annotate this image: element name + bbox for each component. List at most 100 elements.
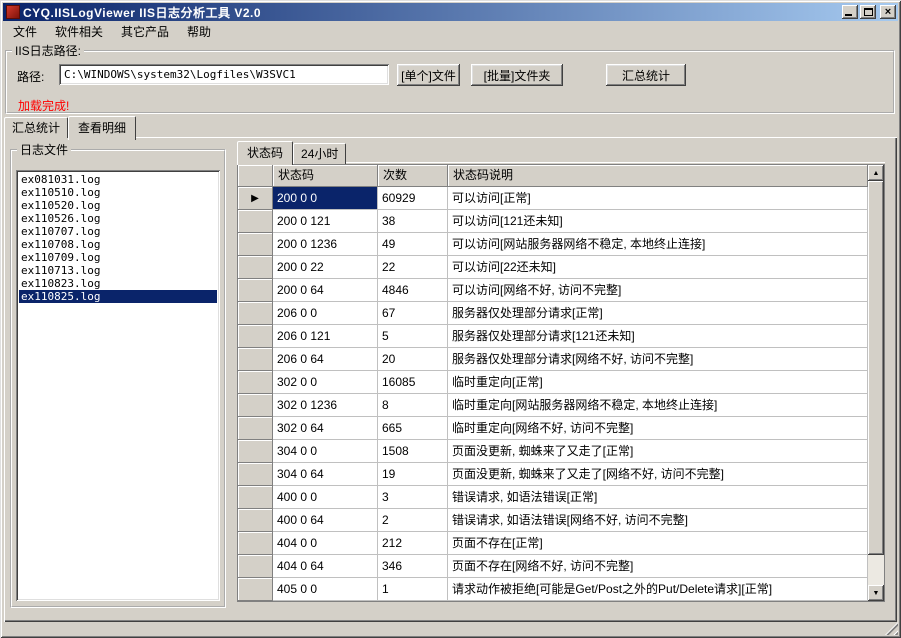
grid-cell-count[interactable]: 60929 <box>378 187 448 210</box>
grid-cell-desc[interactable]: 可以访问[网络不好, 访问不完整] <box>448 279 868 302</box>
menu-item-1[interactable]: 文件 <box>4 21 46 42</box>
grid-cell-code[interactable]: 302 0 64 <box>273 417 378 440</box>
grid-column-header-3[interactable]: 状态码说明 <box>448 165 868 187</box>
detail-tab-2[interactable]: 24小时 <box>293 143 347 164</box>
row-header-cell[interactable] <box>238 233 273 256</box>
row-header-cell[interactable] <box>238 578 273 601</box>
minimize-button[interactable] <box>842 5 858 19</box>
grid-cell-desc[interactable]: 可以访问[网站服务器网络不稳定, 本地终止连接] <box>448 233 868 256</box>
grid-row[interactable]: 400 0 64 2 错误请求, 如语法错误[网络不好, 访问不完整] <box>238 509 868 532</box>
log-file-item[interactable]: ex110708.log <box>19 238 217 251</box>
grid-cell-count[interactable]: 5 <box>378 325 448 348</box>
grid-cell-desc[interactable]: 服务器仅处理部分请求[121还未知] <box>448 325 868 348</box>
scroll-down-button[interactable]: ▼ <box>868 585 884 601</box>
grid-row[interactable]: ▶ 200 0 0 60929 可以访问[正常] <box>238 187 868 210</box>
grid-cell-code[interactable]: 200 0 64 <box>273 279 378 302</box>
grid-cell-code[interactable]: 206 0 121 <box>273 325 378 348</box>
grid-row[interactable]: 206 0 0 67 服务器仅处理部分请求[正常] <box>238 302 868 325</box>
row-header-cell[interactable] <box>238 348 273 371</box>
grid-cell-count[interactable]: 2 <box>378 509 448 532</box>
grid-cell-code[interactable]: 304 0 64 <box>273 463 378 486</box>
grid-cell-code[interactable]: 404 0 0 <box>273 532 378 555</box>
log-file-item[interactable]: ex110526.log <box>19 212 217 225</box>
summary-stats-button[interactable]: 汇总统计 <box>606 64 686 86</box>
grid-row[interactable]: 404 0 64 346 页面不存在[网络不好, 访问不完整] <box>238 555 868 578</box>
grid-row[interactable]: 304 0 0 1508 页面没更新, 蜘蛛来了又走了[正常] <box>238 440 868 463</box>
grid-cell-desc[interactable]: 请求动作被拒绝[可能是Get/Post之外的Put/Delete请求][正常] <box>448 578 868 601</box>
grid-column-header-1[interactable]: 状态码 <box>273 165 378 187</box>
detail-tab-1[interactable]: 状态码 <box>237 141 294 165</box>
grid-row[interactable]: 206 0 121 5 服务器仅处理部分请求[121还未知] <box>238 325 868 348</box>
grid-cell-code[interactable]: 206 0 64 <box>273 348 378 371</box>
scroll-up-button[interactable]: ▲ <box>868 165 884 181</box>
grid-cell-desc[interactable]: 可以访问[正常] <box>448 187 868 210</box>
log-file-item[interactable]: ex110713.log <box>19 264 217 277</box>
grid-cell-desc[interactable]: 服务器仅处理部分请求[网络不好, 访问不完整] <box>448 348 868 371</box>
menu-item-4[interactable]: 帮助 <box>178 21 220 42</box>
grid-column-header-2[interactable]: 次数 <box>378 165 448 187</box>
grid-row[interactable]: 302 0 0 16085 临时重定向[正常] <box>238 371 868 394</box>
titlebar[interactable]: CYQ.IISLogViewer IIS日志分析工具 V2.0 × <box>3 3 898 21</box>
grid-cell-count[interactable]: 212 <box>378 532 448 555</box>
grid-cell-code[interactable]: 200 0 1236 <box>273 233 378 256</box>
grid-cell-desc[interactable]: 页面没更新, 蜘蛛来了又走了[网络不好, 访问不完整] <box>448 463 868 486</box>
grid-row[interactable]: 200 0 64 4846 可以访问[网络不好, 访问不完整] <box>238 279 868 302</box>
row-header-cell[interactable] <box>238 532 273 555</box>
log-file-item[interactable]: ex110709.log <box>19 251 217 264</box>
grid-cell-count[interactable]: 4846 <box>378 279 448 302</box>
row-header-cell[interactable] <box>238 210 273 233</box>
grid-cell-count[interactable]: 665 <box>378 417 448 440</box>
grid-cell-count[interactable]: 38 <box>378 210 448 233</box>
single-file-button[interactable]: [单个]文件 <box>397 64 460 86</box>
grid-row[interactable]: 405 0 0 1 请求动作被拒绝[可能是Get/Post之外的Put/Delete… <box>238 578 868 601</box>
close-button[interactable]: × <box>880 5 896 19</box>
grid-cell-code[interactable]: 400 0 0 <box>273 486 378 509</box>
grid-cell-code[interactable]: 200 0 22 <box>273 256 378 279</box>
grid-cell-count[interactable]: 67 <box>378 302 448 325</box>
grid-row[interactable]: 200 0 22 22 可以访问[22还未知] <box>238 256 868 279</box>
grid-cell-count[interactable]: 16085 <box>378 371 448 394</box>
log-file-item[interactable]: ex081031.log <box>19 173 217 186</box>
grid-row[interactable]: 400 0 0 3 错误请求, 如语法错误[正常] <box>238 486 868 509</box>
grid-row[interactable]: 200 0 121 38 可以访问[121还未知] <box>238 210 868 233</box>
log-file-item[interactable]: ex110510.log <box>19 186 217 199</box>
grid-cell-count[interactable]: 8 <box>378 394 448 417</box>
row-header-cell[interactable] <box>238 509 273 532</box>
grid-cell-count[interactable]: 20 <box>378 348 448 371</box>
grid-cell-desc[interactable]: 页面不存在[正常] <box>448 532 868 555</box>
maximize-button[interactable] <box>860 5 876 19</box>
grid-cell-code[interactable]: 200 0 0 <box>273 187 378 210</box>
grid-cell-count[interactable]: 1 <box>378 578 448 601</box>
grid-cell-code[interactable]: 400 0 64 <box>273 509 378 532</box>
log-file-list[interactable]: ex081031.log ex110510.log ex110520.log ex11… <box>16 170 220 601</box>
main-tab-1[interactable]: 汇总统计 <box>4 117 69 138</box>
grid-cell-desc[interactable]: 可以访问[22还未知] <box>448 256 868 279</box>
grid-cell-count[interactable]: 19 <box>378 463 448 486</box>
log-file-item[interactable]: ex110707.log <box>19 225 217 238</box>
row-header-cell[interactable] <box>238 463 273 486</box>
grid-cell-code[interactable]: 302 0 1236 <box>273 394 378 417</box>
grid-cell-count[interactable]: 49 <box>378 233 448 256</box>
resize-grip[interactable] <box>885 622 898 635</box>
menu-item-3[interactable]: 其它产品 <box>112 21 178 42</box>
log-file-item[interactable]: ex110825.log <box>19 290 217 303</box>
grid-row[interactable]: 302 0 64 665 临时重定向[网络不好, 访问不完整] <box>238 417 868 440</box>
grid-cell-desc[interactable]: 临时重定向[网络不好, 访问不完整] <box>448 417 868 440</box>
grid-cell-code[interactable]: 404 0 64 <box>273 555 378 578</box>
grid-cell-code[interactable]: 200 0 121 <box>273 210 378 233</box>
row-header-cell[interactable] <box>238 302 273 325</box>
row-header-cell[interactable]: ▶ <box>238 187 273 210</box>
grid-cell-count[interactable]: 1508 <box>378 440 448 463</box>
row-header-cell[interactable] <box>238 486 273 509</box>
row-header-cell[interactable] <box>238 325 273 348</box>
menu-item-2[interactable]: 软件相关 <box>46 21 112 42</box>
grid-row[interactable]: 206 0 64 20 服务器仅处理部分请求[网络不好, 访问不完整] <box>238 348 868 371</box>
grid-cell-code[interactable]: 302 0 0 <box>273 371 378 394</box>
row-header-cell[interactable] <box>238 394 273 417</box>
path-input[interactable] <box>59 64 389 85</box>
batch-folder-button[interactable]: [批量]文件夹 <box>471 64 563 86</box>
log-file-item[interactable]: ex110823.log <box>19 277 217 290</box>
scroll-thumb[interactable] <box>868 181 884 555</box>
grid-vertical-scrollbar[interactable]: ▲ ▼ <box>868 165 884 601</box>
grid-cell-code[interactable]: 304 0 0 <box>273 440 378 463</box>
